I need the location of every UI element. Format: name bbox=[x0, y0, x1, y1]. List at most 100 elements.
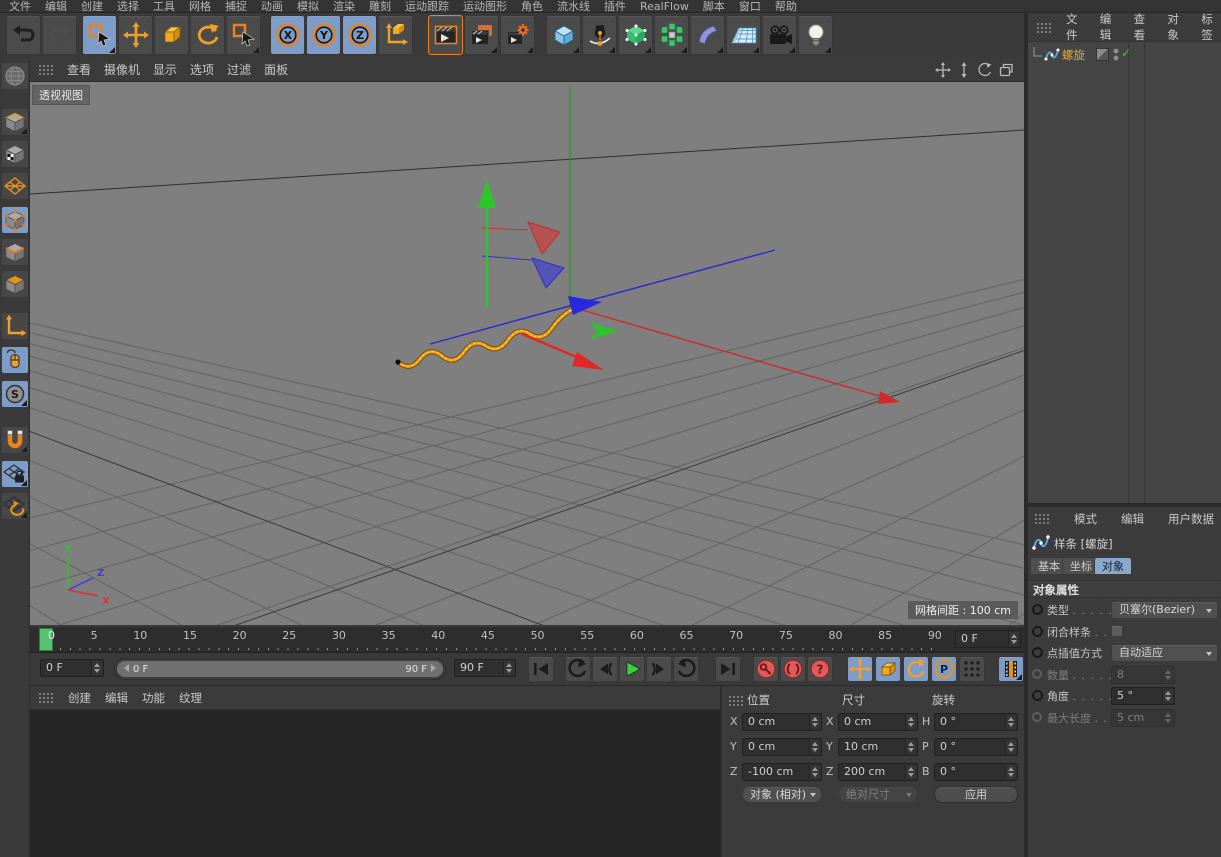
timeline-ruler[interactable]: 051015202530354045505560657075808590 0 F bbox=[30, 627, 1024, 653]
am-menu-handle[interactable] bbox=[1034, 513, 1050, 524]
anim-circle-interpolation[interactable] bbox=[1032, 647, 1043, 658]
model-mode-button[interactable] bbox=[1, 108, 29, 136]
snapping-magnet-button[interactable] bbox=[1, 426, 29, 454]
record-point-level-button[interactable] bbox=[959, 656, 985, 682]
goto-end-button[interactable] bbox=[715, 656, 741, 682]
mat-menu-function[interactable]: 功能 bbox=[142, 690, 165, 706]
vp-menu-panel[interactable]: 面板 bbox=[264, 61, 288, 78]
coordinates-handle[interactable] bbox=[728, 695, 744, 706]
vp-menu-view[interactable]: 查看 bbox=[67, 61, 91, 78]
angle-input[interactable]: 5 ° bbox=[1111, 687, 1175, 705]
subdivision-surface-button[interactable] bbox=[618, 15, 653, 55]
viewport-pan-icon[interactable] bbox=[935, 62, 951, 78]
tab-object[interactable]: 对象 bbox=[1094, 557, 1132, 575]
mat-menu-create[interactable]: 创建 bbox=[68, 690, 91, 706]
render-picture-viewer-button[interactable] bbox=[464, 15, 499, 55]
texture-mode-button[interactable] bbox=[1, 140, 29, 168]
prev-key-button[interactable] bbox=[565, 656, 591, 682]
anim-circle-type[interactable] bbox=[1032, 604, 1043, 615]
anim-circle-angle[interactable] bbox=[1032, 690, 1043, 701]
play-button[interactable] bbox=[619, 656, 645, 682]
undo-button[interactable] bbox=[6, 15, 41, 55]
menu-simulate[interactable]: 模拟 bbox=[290, 0, 326, 13]
object-enabled-check[interactable]: ✓ bbox=[1121, 46, 1131, 60]
menu-window[interactable]: 窗口 bbox=[732, 0, 768, 13]
coordinate-system-button[interactable] bbox=[378, 15, 413, 55]
menu-select[interactable]: 选择 bbox=[110, 0, 146, 13]
autokeying-button[interactable] bbox=[780, 656, 806, 682]
ruler-frame-spinner[interactable]: 0 F bbox=[955, 630, 1021, 648]
next-frame-button[interactable] bbox=[646, 656, 672, 682]
vp-menu-camera[interactable]: 摄像机 bbox=[104, 61, 140, 78]
y-axis-lock-button[interactable]: Y bbox=[306, 15, 341, 55]
viewport-solo-button[interactable] bbox=[1, 346, 29, 374]
menu-tools[interactable]: 工具 bbox=[146, 0, 182, 13]
size-x-input[interactable]: 0 cm bbox=[838, 713, 918, 731]
om-menu-edit[interactable]: 编辑 bbox=[1100, 11, 1120, 43]
record-position-button[interactable] bbox=[847, 656, 873, 682]
coord-mode-dropdown[interactable]: 对象 (相对) bbox=[742, 786, 822, 803]
edge-mode-button[interactable] bbox=[1, 238, 29, 266]
size-mode-dropdown[interactable]: 绝对尺寸 bbox=[838, 786, 918, 803]
om-menu-view[interactable]: 查看 bbox=[1134, 11, 1154, 43]
menu-character[interactable]: 角色 bbox=[514, 0, 550, 13]
workplane-rotate-button[interactable] bbox=[1, 492, 29, 520]
spinner-arrows[interactable] bbox=[1008, 632, 1019, 646]
pos-y-input[interactable]: 0 cm bbox=[742, 738, 822, 756]
vp-menu-filter[interactable]: 过滤 bbox=[227, 61, 251, 78]
timeline-film-button[interactable] bbox=[998, 656, 1024, 682]
am-menu-mode[interactable]: 模式 bbox=[1074, 511, 1097, 527]
om-menu-object[interactable]: 对象 bbox=[1167, 11, 1187, 43]
light-button[interactable] bbox=[798, 15, 833, 55]
menu-realflow[interactable]: RealFlow bbox=[633, 0, 696, 13]
am-menu-userdata[interactable]: 用户数据 bbox=[1168, 511, 1214, 527]
menu-edit[interactable]: 编辑 bbox=[38, 0, 74, 13]
prev-frame-button[interactable] bbox=[592, 656, 618, 682]
menu-render[interactable]: 渲染 bbox=[326, 0, 362, 13]
object-name[interactable]: 螺旋 bbox=[1062, 47, 1085, 63]
menu-motion-tracker[interactable]: 运动跟踪 bbox=[398, 0, 456, 13]
mat-menu-texture[interactable]: 纹理 bbox=[179, 690, 202, 706]
pos-z-input[interactable]: -100 cm bbox=[742, 763, 822, 781]
primitive-cube-button[interactable] bbox=[546, 15, 581, 55]
rotate-tool-button[interactable] bbox=[190, 15, 225, 55]
rot-p-input[interactable]: 0 ° bbox=[934, 738, 1018, 756]
record-rotation-button[interactable] bbox=[903, 656, 929, 682]
om-menu-handle[interactable] bbox=[1036, 22, 1052, 33]
z-axis-lock-button[interactable]: Z bbox=[342, 15, 377, 55]
viewport-dolly-icon[interactable] bbox=[956, 62, 972, 78]
workplane-mode-button[interactable] bbox=[1, 172, 29, 200]
render-view-button[interactable] bbox=[428, 15, 463, 55]
record-keyframe-button[interactable] bbox=[753, 656, 779, 682]
end-frame-spinner[interactable]: 90 F bbox=[454, 659, 516, 677]
menu-file[interactable]: 文件 bbox=[2, 0, 38, 13]
menu-script[interactable]: 脚本 bbox=[696, 0, 732, 13]
environment-floor-button[interactable] bbox=[726, 15, 761, 55]
om-menu-file[interactable]: 文件 bbox=[1066, 11, 1086, 43]
menu-animate[interactable]: 动画 bbox=[254, 0, 290, 13]
lock-workplane-button[interactable] bbox=[1, 460, 29, 488]
interpolation-dropdown[interactable]: 自动适应 bbox=[1111, 644, 1218, 662]
viewport-maximize-icon[interactable] bbox=[998, 62, 1014, 78]
keyframe-selection-button[interactable]: ? bbox=[807, 656, 833, 682]
viewport-scene[interactable]: Y Z X bbox=[30, 82, 1024, 625]
mat-menu-edit[interactable]: 编辑 bbox=[105, 690, 128, 706]
menu-plugins[interactable]: 插件 bbox=[597, 0, 633, 13]
menu-create[interactable]: 创建 bbox=[74, 0, 110, 13]
snap-s-button[interactable]: S bbox=[1, 380, 29, 408]
menu-mesh[interactable]: 网格 bbox=[182, 0, 218, 13]
spinner-arrows[interactable] bbox=[503, 661, 514, 675]
viewport-menu-handle[interactable] bbox=[38, 64, 54, 75]
rot-b-input[interactable]: 0 ° bbox=[934, 763, 1018, 781]
deformer-button[interactable] bbox=[690, 15, 725, 55]
layer-icon[interactable] bbox=[1096, 48, 1109, 61]
anim-circle-close[interactable] bbox=[1032, 626, 1043, 637]
viewport-view-label[interactable]: 透视视图 bbox=[32, 85, 90, 105]
type-dropdown[interactable]: 贝塞尔(Bezier) bbox=[1111, 601, 1218, 619]
spline-pen-button[interactable] bbox=[582, 15, 617, 55]
viewport-canvas[interactable]: Y Z X 透视视图 网格间距 : 100 cm bbox=[30, 82, 1024, 625]
timeline-range-slider[interactable]: 0 F90 F bbox=[114, 658, 446, 680]
menu-help[interactable]: 帮助 bbox=[768, 0, 804, 13]
make-editable-button[interactable] bbox=[1, 62, 29, 90]
vp-menu-display[interactable]: 显示 bbox=[153, 61, 177, 78]
